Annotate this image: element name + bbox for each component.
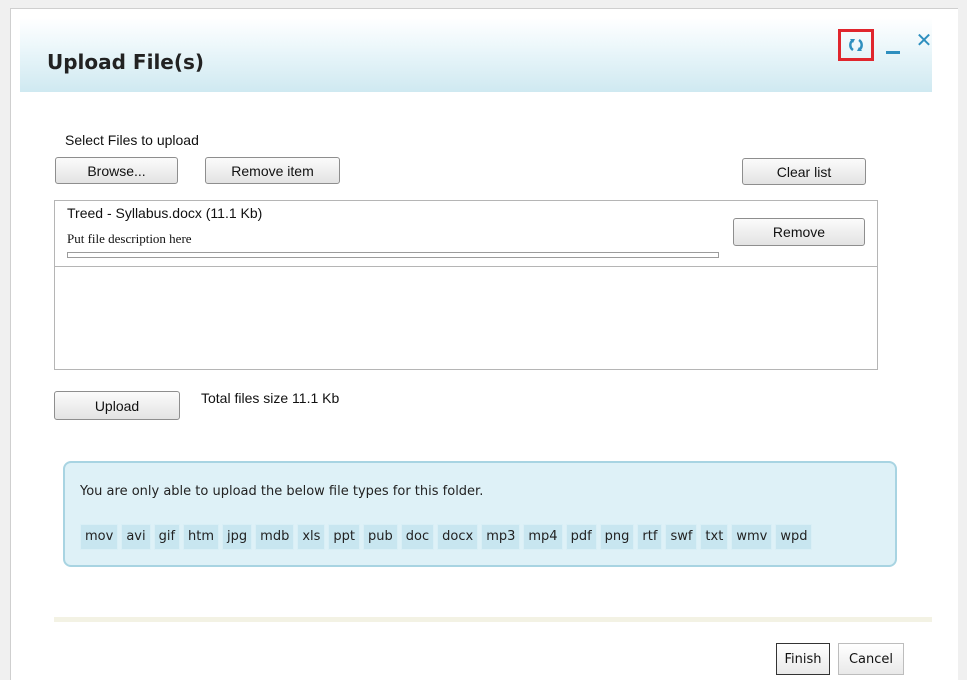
- info-text: You are only able to upload the below fi…: [80, 484, 484, 499]
- remove-item-button[interactable]: Remove item: [205, 157, 340, 184]
- file-type-chip: gif: [153, 524, 181, 550]
- file-description-field[interactable]: Put file description here: [67, 231, 192, 247]
- refresh-button[interactable]: [838, 29, 874, 61]
- browse-button[interactable]: Browse...: [55, 157, 178, 184]
- clear-list-button[interactable]: Clear list: [742, 158, 866, 185]
- upload-progress-bar: [67, 252, 719, 258]
- refresh-icon: [849, 38, 863, 52]
- file-type-chip: txt: [700, 524, 729, 550]
- file-type-chip: swf: [665, 524, 698, 550]
- file-type-chip: mp3: [481, 524, 521, 550]
- upload-button[interactable]: Upload: [54, 391, 180, 420]
- file-type-chip: rtf: [637, 524, 663, 550]
- file-type-chip: xls: [297, 524, 326, 550]
- file-type-chip: docx: [437, 524, 479, 550]
- file-type-chip: doc: [400, 524, 435, 550]
- remove-button[interactable]: Remove: [733, 218, 865, 246]
- minimize-button[interactable]: [882, 31, 902, 57]
- dialog-titlebar: Upload File(s) ✕: [20, 18, 932, 92]
- file-type-chip: avi: [121, 524, 151, 550]
- file-types-info-box: You are only able to upload the below fi…: [63, 461, 897, 567]
- close-icon: ✕: [915, 28, 933, 52]
- file-type-chip: wmv: [731, 524, 773, 550]
- upload-dialog: Upload File(s) ✕ Select Files to upload …: [20, 18, 934, 679]
- minimize-icon: [886, 51, 900, 54]
- footer-divider: [54, 617, 932, 622]
- cancel-button[interactable]: Cancel: [838, 643, 904, 675]
- file-type-chip: mp4: [523, 524, 563, 550]
- list-item: Treed - Syllabus.docx (11.1 Kb) Put file…: [55, 201, 877, 267]
- finish-button[interactable]: Finish: [776, 643, 830, 675]
- file-type-chip: pdf: [565, 524, 597, 550]
- total-size-text: Total files size 11.1 Kb: [201, 390, 340, 406]
- file-name: Treed - Syllabus.docx (11.1 Kb): [67, 205, 263, 221]
- file-type-chip: png: [599, 524, 635, 550]
- file-types-list: mov avi gif htm jpg mdb xls ppt pub doc docx mp3 mp4…: [80, 524, 813, 550]
- file-type-chip: jpg: [222, 524, 253, 550]
- file-list: Treed - Syllabus.docx (11.1 Kb) Put file…: [54, 200, 878, 370]
- file-type-chip: wpd: [775, 524, 813, 550]
- file-type-chip: mov: [80, 524, 119, 550]
- file-type-chip: ppt: [328, 524, 361, 550]
- file-type-chip: htm: [183, 524, 220, 550]
- close-button[interactable]: ✕: [914, 30, 934, 56]
- select-files-label: Select Files to upload: [65, 132, 199, 148]
- file-type-chip: pub: [363, 524, 398, 550]
- file-type-chip: mdb: [255, 524, 295, 550]
- dialog-title: Upload File(s): [47, 50, 205, 74]
